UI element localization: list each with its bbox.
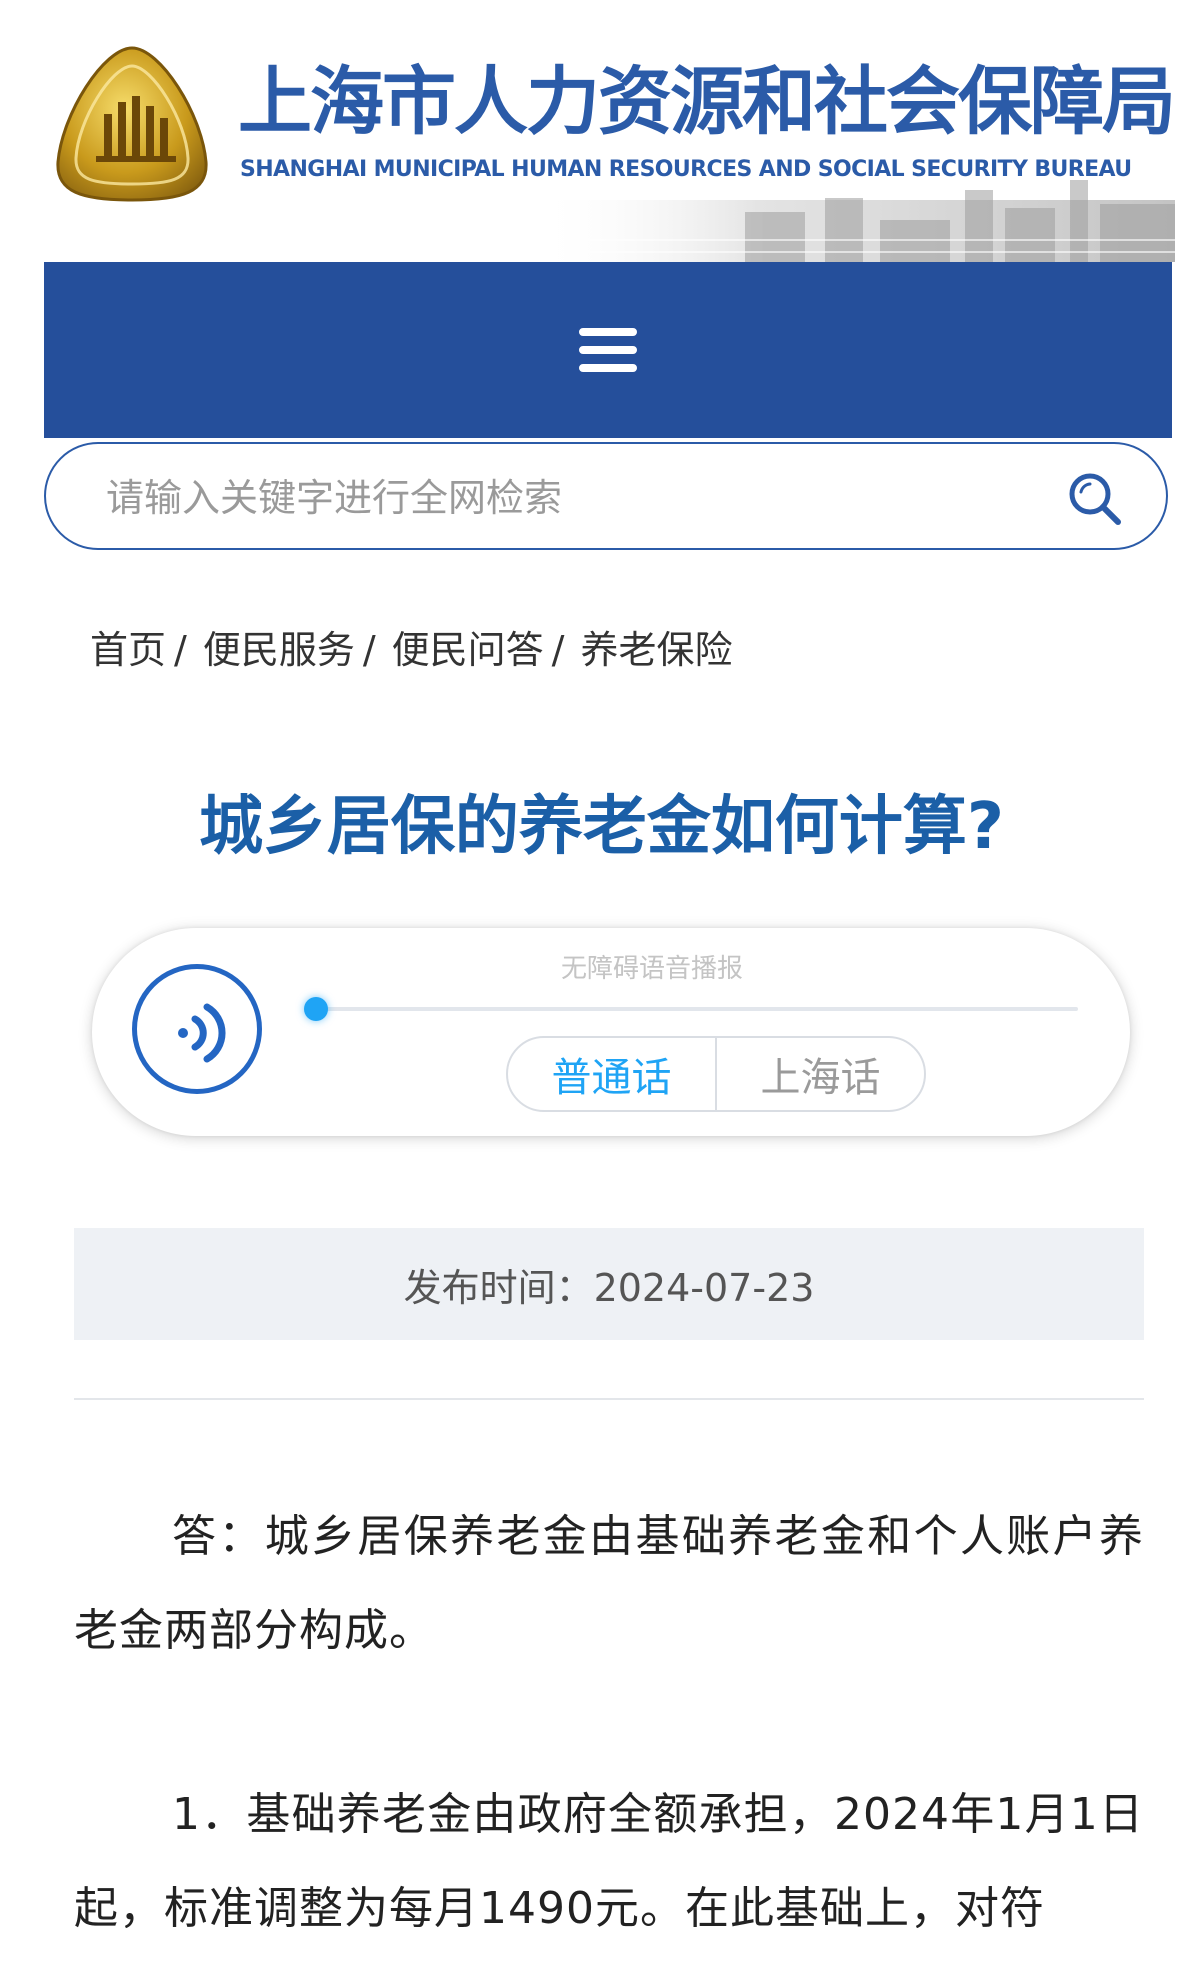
language-switch: 普通话 上海话 — [506, 1036, 926, 1112]
breadcrumb-separator: / — [551, 628, 565, 672]
lang-shanghainese-button[interactable]: 上海话 — [715, 1038, 924, 1110]
progress-knob[interactable] — [304, 997, 328, 1021]
breadcrumb: 首页 / 便民服务 / 便民问答 / 养老保险 — [90, 622, 733, 678]
player-caption: 无障碍语音播报 — [560, 954, 743, 984]
progress-track[interactable] — [314, 1007, 1078, 1011]
article-paragraph: 1．基础养老金由政府全额承担，2024年1月1日起，标准调整为每月1490元。在… — [74, 1789, 1144, 1934]
article-paragraph: 答：城乡居保养老金由基础养老金和个人账户养老金两部分构成。 — [74, 1511, 1144, 1656]
breadcrumb-services[interactable]: 便民服务 — [203, 628, 355, 672]
audio-player: 无障碍语音播报 普通话 上海话 — [92, 928, 1130, 1136]
page: 上海市人力资源和社会保障局 SHANGHAI MUNICIPAL HUMAN R… — [0, 0, 1203, 1968]
hamburger-menu-icon[interactable] — [579, 328, 637, 372]
search-bar — [44, 442, 1168, 550]
breadcrumb-qa[interactable]: 便民问答 — [392, 628, 544, 672]
breadcrumb-pension[interactable]: 养老保险 — [580, 628, 732, 672]
article-title: 城乡居保的养老金如何计算? — [198, 790, 1005, 864]
divider — [74, 1398, 1144, 1400]
search-icon[interactable] — [1066, 470, 1124, 528]
lang-mandarin-button[interactable]: 普通话 — [508, 1038, 715, 1110]
breadcrumb-separator: / — [362, 628, 376, 672]
menu-line — [579, 328, 637, 336]
breadcrumb-home[interactable]: 首页 — [90, 628, 166, 672]
shanghai-emblem-logo — [56, 46, 208, 202]
nav-bar — [44, 262, 1172, 438]
building-skyline-decoration — [535, 180, 1175, 262]
article-body: 答：城乡居保养老金由基础养老金和个人账户养老金两部分构成。 1．基础养老金由政府… — [74, 1490, 1144, 1968]
menu-line — [579, 346, 637, 354]
search-input[interactable] — [104, 466, 1008, 530]
site-header: 上海市人力资源和社会保障局 SHANGHAI MUNICIPAL HUMAN R… — [0, 0, 1203, 262]
site-title-cn: 上海市人力资源和社会保障局 — [238, 59, 1176, 145]
menu-line — [579, 364, 637, 372]
publish-date: 发布时间：2024-07-23 — [74, 1228, 1144, 1340]
breadcrumb-separator: / — [174, 628, 187, 672]
site-title-en: SHANGHAI MUNICIPAL HUMAN RESOURCES AND S… — [240, 157, 1132, 182]
